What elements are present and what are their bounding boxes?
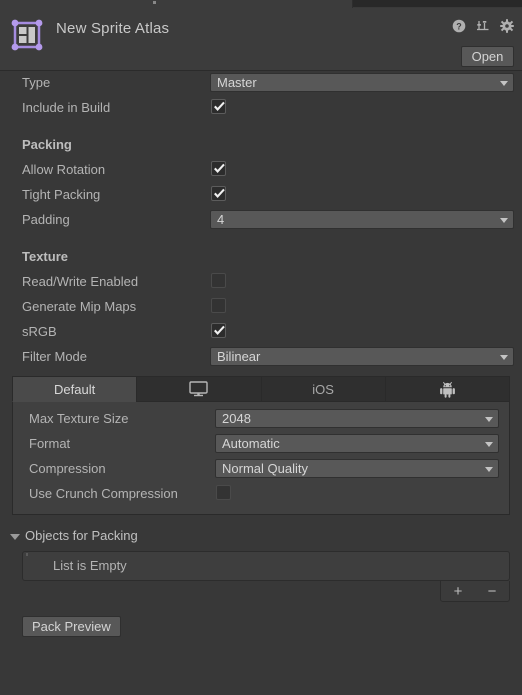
type-dropdown-value: Master xyxy=(217,75,257,90)
sprite-atlas-icon xyxy=(10,18,44,52)
platform-settings-content: Max Texture Size 2048 Format Automatic C… xyxy=(12,402,510,515)
srgb-checkbox[interactable] xyxy=(211,323,226,338)
chevron-down-icon xyxy=(485,467,493,472)
triangle-down-icon[interactable] xyxy=(10,534,20,540)
generate-mip-maps-checkbox[interactable] xyxy=(211,298,226,313)
max-texture-size-value: 2048 xyxy=(222,411,251,426)
objects-for-packing-list[interactable]: List is Empty xyxy=(22,551,510,581)
inspector-header: New Sprite Atlas ? Open xyxy=(0,8,522,71)
inspector-body: Type Master Include in Build Packing All… xyxy=(0,71,522,695)
preset-icon[interactable] xyxy=(476,19,490,33)
tab-android[interactable] xyxy=(384,376,510,402)
header-icon-group: ? xyxy=(452,19,514,33)
label-read-write-enabled: Read/Write Enabled xyxy=(22,274,139,289)
row-use-crunch-compression: Use Crunch Compression xyxy=(13,482,509,507)
row-tight-packing: Tight Packing xyxy=(0,183,522,208)
label-use-crunch-compression: Use Crunch Compression xyxy=(29,486,178,501)
svg-text:?: ? xyxy=(456,21,462,31)
chevron-down-icon xyxy=(485,442,493,447)
help-icon[interactable]: ? xyxy=(452,19,466,33)
tab-ios-label: iOS xyxy=(312,381,334,397)
label-compression: Compression xyxy=(29,461,106,476)
row-type: Type Master xyxy=(0,71,522,96)
gear-icon[interactable] xyxy=(500,19,514,33)
check-icon xyxy=(214,188,225,198)
check-icon xyxy=(214,101,225,111)
compression-dropdown-value: Normal Quality xyxy=(222,461,308,476)
format-dropdown-value: Automatic xyxy=(222,436,280,451)
platform-settings-panel: Default iOS Max Texture Size 2048 Format… xyxy=(12,376,510,515)
label-allow-rotation: Allow Rotation xyxy=(22,162,106,177)
list-buttons-row: + − xyxy=(0,581,522,602)
padding-dropdown[interactable]: 4 xyxy=(210,210,514,229)
type-dropdown[interactable]: Master xyxy=(210,73,514,92)
tab-default[interactable]: Default xyxy=(12,376,137,402)
add-item-button[interactable]: + xyxy=(441,581,475,601)
tab-ios[interactable]: iOS xyxy=(260,376,385,402)
label-max-texture-size: Max Texture Size xyxy=(29,411,129,426)
padding-dropdown-value: 4 xyxy=(217,212,225,227)
format-dropdown[interactable]: Automatic xyxy=(215,434,499,453)
platform-tabbar: Default iOS xyxy=(12,376,510,402)
list-handle xyxy=(26,553,28,556)
remove-item-button[interactable]: − xyxy=(475,581,509,601)
label-srgb: sRGB xyxy=(22,324,57,339)
section-texture: Texture xyxy=(0,245,522,270)
tight-packing-checkbox[interactable] xyxy=(211,186,226,201)
chevron-down-icon xyxy=(485,417,493,422)
include-in-build-checkbox[interactable] xyxy=(211,99,226,114)
label-include-in-build: Include in Build xyxy=(22,100,111,115)
chevron-down-icon xyxy=(500,81,508,86)
row-padding: Padding 4 xyxy=(0,208,522,233)
read-write-enabled-checkbox[interactable] xyxy=(211,273,226,288)
pack-preview-row: Pack Preview xyxy=(0,616,522,640)
label-generate-mip-maps: Generate Mip Maps xyxy=(22,299,137,314)
open-button[interactable]: Open xyxy=(461,46,514,67)
android-icon xyxy=(439,381,456,398)
tab-strip-left xyxy=(0,0,353,8)
row-read-write-enabled: Read/Write Enabled xyxy=(0,270,522,295)
section-packing: Packing xyxy=(0,133,522,158)
chevron-down-icon xyxy=(500,355,508,360)
chevron-down-icon xyxy=(500,218,508,223)
list-empty-text: List is Empty xyxy=(53,558,127,573)
section-packing-label: Packing xyxy=(22,137,72,152)
check-icon xyxy=(214,163,225,173)
label-type: Type xyxy=(22,75,51,90)
pack-preview-button[interactable]: Pack Preview xyxy=(22,616,121,637)
compression-dropdown[interactable]: Normal Quality xyxy=(215,459,499,478)
objects-for-packing-foldout[interactable]: Objects for Packing xyxy=(0,526,522,548)
row-include-in-build: Include in Build xyxy=(0,96,522,121)
tab-standalone[interactable] xyxy=(136,376,261,402)
tab-strip-notch xyxy=(153,1,156,4)
label-format: Format xyxy=(29,436,71,451)
window-tab-strip xyxy=(0,0,522,8)
row-format: Format Automatic xyxy=(13,432,509,457)
row-filter-mode: Filter Mode Bilinear xyxy=(0,345,522,370)
page-title: New Sprite Atlas xyxy=(56,20,170,37)
max-texture-size-dropdown[interactable]: 2048 xyxy=(215,409,499,428)
monitor-icon xyxy=(189,381,209,397)
allow-rotation-checkbox[interactable] xyxy=(211,161,226,176)
row-srgb: sRGB xyxy=(0,320,522,345)
label-padding: Padding xyxy=(22,212,70,227)
label-filter-mode: Filter Mode xyxy=(22,349,88,364)
tab-default-label: Default xyxy=(54,381,96,397)
use-crunch-compression-checkbox[interactable] xyxy=(216,485,231,500)
objects-for-packing-label: Objects for Packing xyxy=(25,528,138,543)
filter-mode-dropdown[interactable]: Bilinear xyxy=(210,347,514,366)
tab-strip-right xyxy=(353,0,522,7)
row-max-texture-size: Max Texture Size 2048 xyxy=(13,407,509,432)
list-add-remove-group: + − xyxy=(440,581,510,602)
filter-mode-dropdown-value: Bilinear xyxy=(217,349,261,364)
row-compression: Compression Normal Quality xyxy=(13,457,509,482)
row-allow-rotation: Allow Rotation xyxy=(0,158,522,183)
label-tight-packing: Tight Packing xyxy=(22,187,101,202)
row-generate-mip-maps: Generate Mip Maps xyxy=(0,295,522,320)
section-texture-label: Texture xyxy=(22,249,68,264)
check-icon xyxy=(214,325,225,335)
